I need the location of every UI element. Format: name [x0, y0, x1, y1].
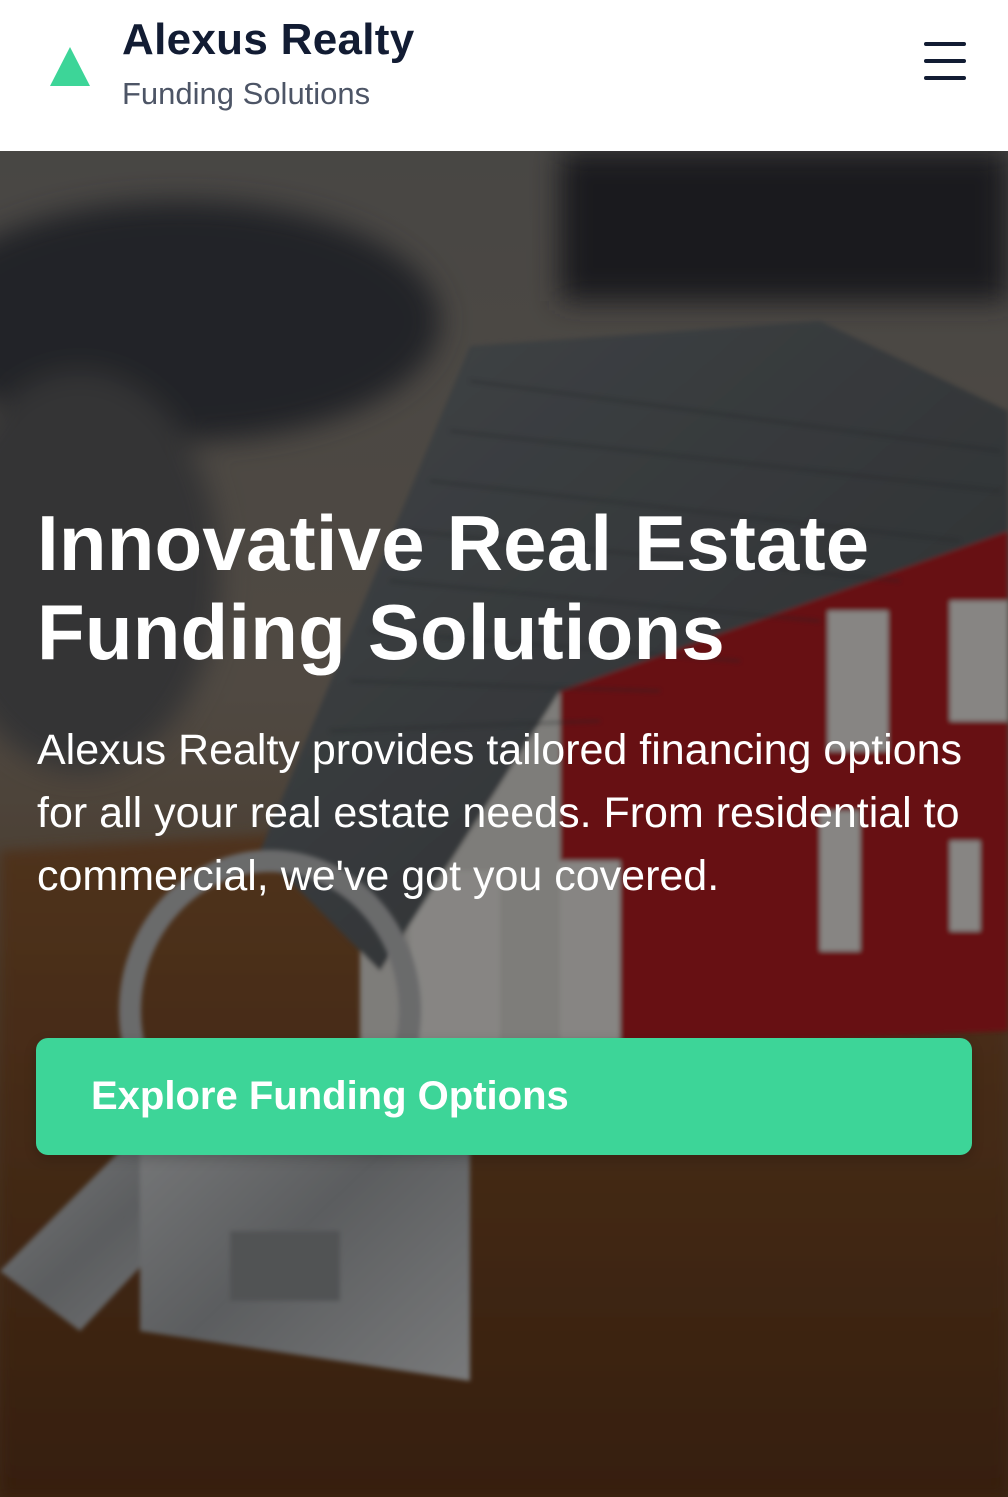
triangle-logo-icon — [50, 47, 90, 86]
site-header: Alexus Realty Funding Solutions — [0, 0, 1008, 151]
menu-bar — [924, 76, 966, 80]
hero-section: Innovative Real Estate Funding Solutions… — [0, 151, 1008, 1497]
brand-text: Alexus Realty Funding Solutions — [122, 14, 414, 114]
brand[interactable]: Alexus Realty Funding Solutions — [50, 14, 414, 114]
hero-content: Innovative Real Estate Funding Solutions… — [37, 499, 977, 908]
hero-title-line-1: Innovative Real Estate — [37, 499, 870, 587]
menu-bar — [924, 42, 966, 46]
menu-bar — [924, 59, 966, 63]
hero-title-line-2: Funding Solutions — [37, 588, 725, 676]
hero-description: Alexus Realty provides tailored financin… — [37, 726, 963, 900]
explore-funding-button[interactable]: Explore Funding Options — [36, 1038, 972, 1155]
hero-title: Innovative Real Estate Funding Solutions — [37, 499, 977, 677]
brand-tagline: Funding Solutions — [122, 76, 371, 111]
hamburger-menu-icon[interactable] — [924, 42, 968, 80]
brand-name: Alexus Realty — [122, 15, 415, 64]
